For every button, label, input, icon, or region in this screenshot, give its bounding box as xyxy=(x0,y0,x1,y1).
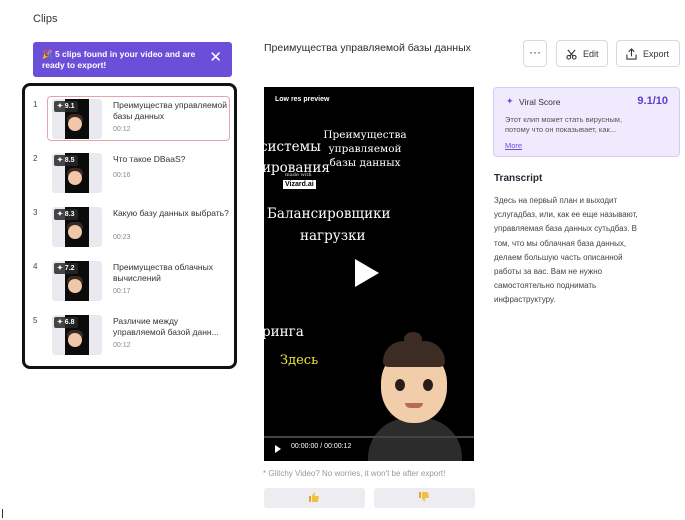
clip-score-badge: ✦ 6.8 xyxy=(54,317,78,328)
clip-number: 5 xyxy=(33,316,38,325)
vizard-logo: Vizard.ai xyxy=(283,180,316,189)
clip-item-3[interactable]: 3 ✦ 8.3 Какую базу данных выбрать? 00:23 xyxy=(25,198,234,247)
transcript-title: Transcript xyxy=(494,173,543,184)
clip-item-1[interactable]: 1 ✦ 9.1 Преимущества управляемой базы да… xyxy=(25,90,234,141)
play-icon[interactable] xyxy=(355,259,379,287)
clip-title: Преимущества управляемой базы данных xyxy=(113,100,228,121)
sparkle-icon: ✦ xyxy=(506,96,514,106)
export-icon xyxy=(626,48,637,60)
clip-number: 1 xyxy=(33,100,38,109)
clip-number: 3 xyxy=(33,208,38,217)
clip-duration: 00:17 xyxy=(113,288,131,295)
clip-list: 1 ✦ 9.1 Преимущества управляемой базы да… xyxy=(22,83,237,369)
clip-duration: 00:12 xyxy=(113,342,131,349)
caption-highlight: Здесь xyxy=(280,353,319,368)
caption-line: нагрузки xyxy=(300,228,366,244)
clip-number: 2 xyxy=(33,154,38,163)
glitch-note: * Glitchy Video? No worries, it won't be… xyxy=(263,469,446,478)
video-progress-bar[interactable] xyxy=(264,436,474,438)
clip-score-badge: ✦ 9.1 xyxy=(54,101,78,112)
avatar-hair xyxy=(383,341,445,367)
transcript-text: Здесь на первый план и выходит услугадба… xyxy=(494,196,638,305)
clip-thumbnail: ✦ 6.8 xyxy=(52,315,102,355)
avatar-mouth xyxy=(405,403,423,408)
play-small-icon[interactable] xyxy=(275,445,281,453)
clip-item-4[interactable]: 4 ✦ 7.2 Преимущества облачных вычислений… xyxy=(25,252,234,301)
clip-thumbnail: ✦ 7.2 xyxy=(52,261,102,301)
avatar-body xyxy=(368,418,462,461)
clip-item-5[interactable]: 5 ✦ 6.8 Различие между управляемой базой… xyxy=(25,306,234,355)
caption-line: ринга xyxy=(264,324,304,340)
timecode: 00:00:00 / 00:00:12 xyxy=(291,443,352,450)
clip-thumbnail: ✦ 8.3 xyxy=(52,207,102,247)
clip-title: Какую базу данных выбрать? xyxy=(113,208,229,218)
export-label: Export xyxy=(643,49,670,59)
video-title: Преимущества управляемой базы данных xyxy=(264,42,471,54)
viral-description: Этот клип может стать вирусным, потому ч… xyxy=(505,115,623,134)
clip-number: 4 xyxy=(33,262,38,271)
thumbs-up-button[interactable] xyxy=(264,488,365,508)
clips-found-banner: 🎉 5 clips found in your video and are re… xyxy=(33,42,232,77)
clip-title: Различие между управляемой базой данн... xyxy=(113,316,219,337)
close-icon[interactable]: ✕ xyxy=(209,50,222,66)
viral-score-card: ✦ Viral Score 9.1/10 Этот клип может ста… xyxy=(493,87,680,157)
thumbs-up-icon xyxy=(309,492,319,502)
caption-line: системы xyxy=(264,139,321,155)
low-res-label: Low res preview xyxy=(275,96,330,103)
viral-score-value: 9.1/10 xyxy=(637,95,668,107)
clip-score-badge: ✦ 7.2 xyxy=(54,263,78,274)
clip-title: Что такое DBaaS? xyxy=(113,154,186,164)
cursor-mark xyxy=(2,509,3,518)
clip-duration: 00:16 xyxy=(113,172,131,179)
clip-item-2[interactable]: 2 ✦ 8.5 Что такое DBaaS? 00:16 xyxy=(25,144,234,193)
clip-thumbnail: ✦ 8.5 xyxy=(52,153,102,193)
edit-label: Edit xyxy=(583,49,599,59)
avatar-eye xyxy=(423,379,433,391)
edit-button[interactable]: Edit xyxy=(556,40,608,67)
more-link[interactable]: More xyxy=(505,141,522,150)
viral-score-label: Viral Score xyxy=(519,97,561,107)
clip-title: Преимущества облачных вычислений xyxy=(113,262,213,283)
scissors-icon xyxy=(566,49,577,60)
section-title: Clips xyxy=(33,13,58,25)
made-with-label: made with xyxy=(285,172,312,178)
more-options-button[interactable]: ··· xyxy=(523,40,547,67)
thumbs-down-icon xyxy=(419,492,429,502)
caption-line: Балансировщики xyxy=(267,206,391,222)
thumbs-down-button[interactable] xyxy=(374,488,475,508)
clip-duration: 00:12 xyxy=(113,126,131,133)
clip-thumbnail: ✦ 9.1 xyxy=(52,99,102,139)
export-button[interactable]: Export xyxy=(616,40,680,67)
avatar-eye xyxy=(395,379,405,391)
banner-text: 🎉 5 clips found in your video and are re… xyxy=(42,49,196,70)
clip-duration: 00:23 xyxy=(113,234,131,241)
video-preview[interactable]: Low res preview Преимущества управляемой… xyxy=(264,87,474,461)
clip-score-badge: ✦ 8.3 xyxy=(54,209,78,220)
clip-score-badge: ✦ 8.5 xyxy=(54,155,78,166)
